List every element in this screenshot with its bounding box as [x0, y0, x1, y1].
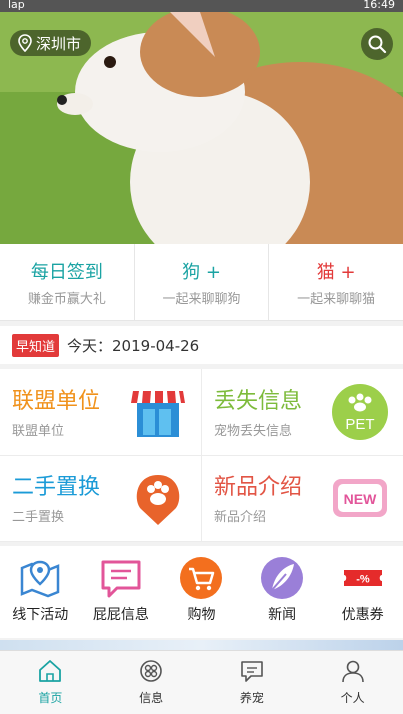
quick-cat-subtitle: 一起来聊聊猫: [297, 292, 376, 307]
quick-dog-title: 狗 +: [182, 262, 221, 283]
status-time: 16:49: [363, 0, 395, 11]
city-selector[interactable]: 深圳市: [10, 30, 92, 56]
chat-icon: [241, 661, 263, 682]
pet-icon: PET: [332, 384, 388, 440]
hero-banner[interactable]: 深圳市: [0, 12, 403, 244]
grid-newproduct-subtitle: 新品介绍: [214, 510, 267, 525]
coupon-icon: -%: [343, 570, 382, 586]
tab-pets[interactable]: 养宠: [202, 651, 303, 714]
info-icon: [140, 660, 162, 682]
home-icon: [39, 660, 62, 682]
shortcut-shopping-label: 购物: [187, 607, 216, 623]
map-icon: [21, 560, 60, 598]
coupon-text: -%: [356, 574, 370, 586]
grid-secondhand-subtitle: 二手置换: [12, 510, 65, 525]
tab-profile-label: 个人: [340, 691, 365, 705]
grid-secondhand[interactable]: 二手置换 二手置换: [0, 455, 202, 542]
quick-checkin-title: 每日签到: [30, 262, 103, 283]
grid-alliance-title: 联盟单位: [12, 389, 101, 414]
paw-pin-icon: [136, 475, 180, 525]
news-ticker[interactable]: 早知道 今天：2019-04-26: [0, 326, 403, 364]
shortcut-offline-events-label: 线下活动: [12, 607, 69, 623]
status-bar: lap 16:49: [0, 0, 403, 12]
shortcut-coupon[interactable]: -% 优惠券: [322, 546, 403, 638]
grid-newproduct-title: 新品介绍: [214, 475, 303, 500]
tab-profile[interactable]: 个人: [302, 651, 403, 714]
search-icon: [368, 35, 387, 54]
cart-icon: [180, 557, 223, 599]
news-tag: 早知道: [12, 333, 60, 357]
feature-grid: 联盟单位 联盟单位 丢失信息 宠物丢失信息 PET 二手置换 二手置换 新品介绍: [0, 369, 403, 542]
tab-home-label: 首页: [38, 691, 63, 705]
quick-cat-title: 猫 +: [316, 262, 356, 283]
grid-alliance[interactable]: 联盟单位 联盟单位: [0, 369, 202, 456]
shortcut-offline-events[interactable]: 线下活动: [0, 546, 81, 638]
bottom-tab-bar: 首页 信息 养宠 个人: [0, 650, 403, 714]
shortcut-coupon-label: 优惠券: [341, 607, 384, 623]
tab-home[interactable]: 首页: [0, 651, 101, 714]
pet-badge: PET: [345, 416, 374, 433]
quick-checkin-subtitle: 赚金币赢大礼: [27, 292, 106, 307]
tab-info[interactable]: 信息: [101, 651, 202, 714]
news-text: 今天：2019-04-26: [67, 336, 200, 355]
grid-lost-title: 丢失信息: [214, 389, 303, 414]
search-button[interactable]: [361, 28, 393, 60]
banner-strip: [0, 640, 403, 650]
new-icon: NEW: [333, 479, 387, 517]
shortcut-news[interactable]: 新闻: [242, 546, 323, 638]
location-icon: [18, 34, 32, 52]
quick-checkin[interactable]: 每日签到 赚金币赢大礼: [0, 244, 135, 320]
grid-lost[interactable]: 丢失信息 宠物丢失信息 PET: [202, 369, 403, 456]
city-name: 深圳市: [36, 34, 82, 53]
user-icon: [341, 660, 364, 683]
shortcut-news-label: 新闻: [268, 607, 297, 623]
feather-icon: [261, 557, 304, 599]
quick-dog[interactable]: 狗 + 一起来聊聊狗: [135, 244, 270, 320]
grid-alliance-subtitle: 联盟单位: [12, 424, 65, 439]
tab-pets-label: 养宠: [239, 691, 264, 705]
shop-icon: [131, 391, 185, 437]
shortcut-info[interactable]: 屁屁信息: [81, 546, 162, 638]
new-badge: NEW: [344, 491, 377, 507]
shortcut-info-label: 屁屁信息: [92, 607, 149, 623]
shortcut-row: 线下活动 屁屁信息 购物 新闻 -% 优惠券: [0, 546, 403, 638]
message-icon: [101, 560, 141, 598]
tab-info-label: 信息: [139, 691, 164, 705]
quick-dog-subtitle: 一起来聊聊狗: [162, 292, 241, 307]
grid-lost-subtitle: 宠物丢失信息: [214, 424, 293, 439]
quick-actions: 每日签到 赚金币赢大礼 狗 + 一起来聊聊狗 猫 + 一起来聊聊猫: [0, 244, 403, 321]
quick-cat[interactable]: 猫 + 一起来聊聊猫: [269, 244, 403, 320]
shortcut-shopping[interactable]: 购物: [161, 546, 242, 638]
status-left: lap: [8, 0, 25, 11]
grid-secondhand-title: 二手置换: [12, 475, 101, 500]
grid-newproduct[interactable]: 新品介绍 新品介绍 NEW: [202, 455, 403, 542]
